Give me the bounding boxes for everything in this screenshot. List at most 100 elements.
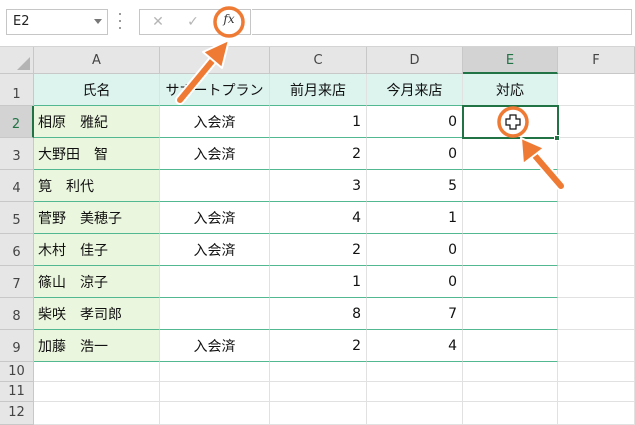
row-header-12[interactable]: 12 <box>0 402 34 425</box>
table-cell-this-month[interactable]: 1 <box>367 202 463 234</box>
column-header-d[interactable]: D <box>367 47 463 74</box>
table-cell-this-month[interactable]: 0 <box>367 234 463 266</box>
cell[interactable] <box>34 382 160 402</box>
table-cell-action[interactable] <box>463 266 558 298</box>
column-header-c[interactable]: C <box>270 47 367 74</box>
cell[interactable] <box>558 362 635 382</box>
drag-handle-icon[interactable] <box>118 13 122 29</box>
table-cell-last-month[interactable]: 1 <box>270 106 367 138</box>
header-cell-support-plan[interactable]: サポートプラン <box>160 74 270 106</box>
cell[interactable] <box>558 402 635 425</box>
row-header-6[interactable]: 6 <box>0 234 34 266</box>
table-cell-action[interactable] <box>463 138 558 170</box>
formula-input[interactable] <box>252 9 632 35</box>
table-cell-name[interactable]: 木村 佳子 <box>34 234 160 266</box>
table-cell-action[interactable] <box>463 298 558 330</box>
cell[interactable] <box>367 362 463 382</box>
header-cell-last-month[interactable]: 前月来店 <box>270 74 367 106</box>
table-cell-action[interactable] <box>463 170 558 202</box>
cell[interactable] <box>463 402 558 425</box>
row-header-10[interactable]: 10 <box>0 362 34 382</box>
table-cell-plan[interactable] <box>160 170 270 202</box>
table-cell-last-month[interactable]: 2 <box>270 330 367 362</box>
column-header-e[interactable]: E <box>463 47 558 74</box>
row-header-8[interactable]: 8 <box>0 298 34 330</box>
select-all-button[interactable] <box>0 47 34 74</box>
close-icon[interactable]: ✕ <box>150 14 166 30</box>
row-header-2[interactable]: 2 <box>0 106 34 138</box>
cell[interactable] <box>270 382 367 402</box>
cell[interactable] <box>34 402 160 425</box>
table-cell-plan[interactable]: 入会済 <box>160 234 270 266</box>
cell[interactable] <box>558 138 635 170</box>
table-cell-plan[interactable]: 入会済 <box>160 202 270 234</box>
cell[interactable] <box>558 330 635 362</box>
insert-function-icon[interactable]: fx <box>221 11 237 27</box>
table-cell-plan[interactable]: 入会済 <box>160 330 270 362</box>
table-cell-plan[interactable] <box>160 298 270 330</box>
table-cell-this-month[interactable]: 0 <box>367 138 463 170</box>
table-cell-name[interactable]: 大野田 智 <box>34 138 160 170</box>
table-cell-name[interactable]: 筧 利代 <box>34 170 160 202</box>
chevron-down-icon[interactable] <box>94 19 102 24</box>
check-icon[interactable]: ✓ <box>185 14 201 30</box>
column-header-f[interactable]: F <box>558 47 635 74</box>
row-header-9[interactable]: 9 <box>0 330 34 362</box>
table-cell-last-month[interactable]: 4 <box>270 202 367 234</box>
cell[interactable] <box>558 298 635 330</box>
cell[interactable] <box>558 266 635 298</box>
name-box[interactable]: E2 <box>6 9 108 35</box>
column-header-a[interactable]: A <box>34 47 160 74</box>
table-cell-last-month[interactable]: 1 <box>270 266 367 298</box>
table-cell-name[interactable]: 篠山 涼子 <box>34 266 160 298</box>
cell[interactable] <box>270 362 367 382</box>
table-cell-plan[interactable] <box>160 266 270 298</box>
cell[interactable] <box>558 202 635 234</box>
table-cell-name[interactable]: 菅野 美穂子 <box>34 202 160 234</box>
cell[interactable] <box>558 106 635 138</box>
table-cell-plan[interactable]: 入会済 <box>160 106 270 138</box>
table-cell-last-month[interactable]: 2 <box>270 234 367 266</box>
table-cell-action[interactable] <box>463 106 558 138</box>
fill-handle[interactable] <box>554 135 560 141</box>
table-cell-name[interactable]: 柴咲 孝司郎 <box>34 298 160 330</box>
table-cell-name[interactable]: 相原 雅紀 <box>34 106 160 138</box>
table-cell-this-month[interactable]: 7 <box>367 298 463 330</box>
row-header-5[interactable]: 5 <box>0 202 34 234</box>
row-header-11[interactable]: 11 <box>0 382 34 402</box>
row-header-7[interactable]: 7 <box>0 266 34 298</box>
table-cell-last-month[interactable]: 2 <box>270 138 367 170</box>
cell[interactable] <box>270 402 367 425</box>
table-cell-last-month[interactable]: 8 <box>270 298 367 330</box>
column-header-b[interactable]: B <box>160 47 270 74</box>
cell[interactable] <box>367 402 463 425</box>
table-cell-action[interactable] <box>463 234 558 266</box>
row-header-3[interactable]: 3 <box>0 138 34 170</box>
cell[interactable] <box>160 382 270 402</box>
table-cell-plan[interactable]: 入会済 <box>160 138 270 170</box>
cell[interactable] <box>463 362 558 382</box>
cell[interactable] <box>34 362 160 382</box>
table-cell-this-month[interactable]: 5 <box>367 170 463 202</box>
table-cell-action[interactable] <box>463 202 558 234</box>
header-cell-this-month[interactable]: 今月来店 <box>367 74 463 106</box>
table-cell-this-month[interactable]: 0 <box>367 266 463 298</box>
cell[interactable] <box>558 74 635 106</box>
cell[interactable] <box>558 234 635 266</box>
formula-bar: E2 ✕ ✓ fx <box>0 0 635 47</box>
cell[interactable] <box>160 362 270 382</box>
row-header-4[interactable]: 4 <box>0 170 34 202</box>
table-cell-last-month[interactable]: 3 <box>270 170 367 202</box>
table-cell-this-month[interactable]: 0 <box>367 106 463 138</box>
table-cell-action[interactable] <box>463 330 558 362</box>
cell[interactable] <box>558 170 635 202</box>
cell[interactable] <box>367 382 463 402</box>
cell[interactable] <box>558 382 635 402</box>
cell[interactable] <box>463 382 558 402</box>
header-cell-name[interactable]: 氏名 <box>34 74 160 106</box>
table-cell-this-month[interactable]: 4 <box>367 330 463 362</box>
header-cell-action[interactable]: 対応 <box>463 74 558 106</box>
row-header-1[interactable]: 1 <box>0 74 34 106</box>
table-cell-name[interactable]: 加藤 浩一 <box>34 330 160 362</box>
cell[interactable] <box>160 402 270 425</box>
